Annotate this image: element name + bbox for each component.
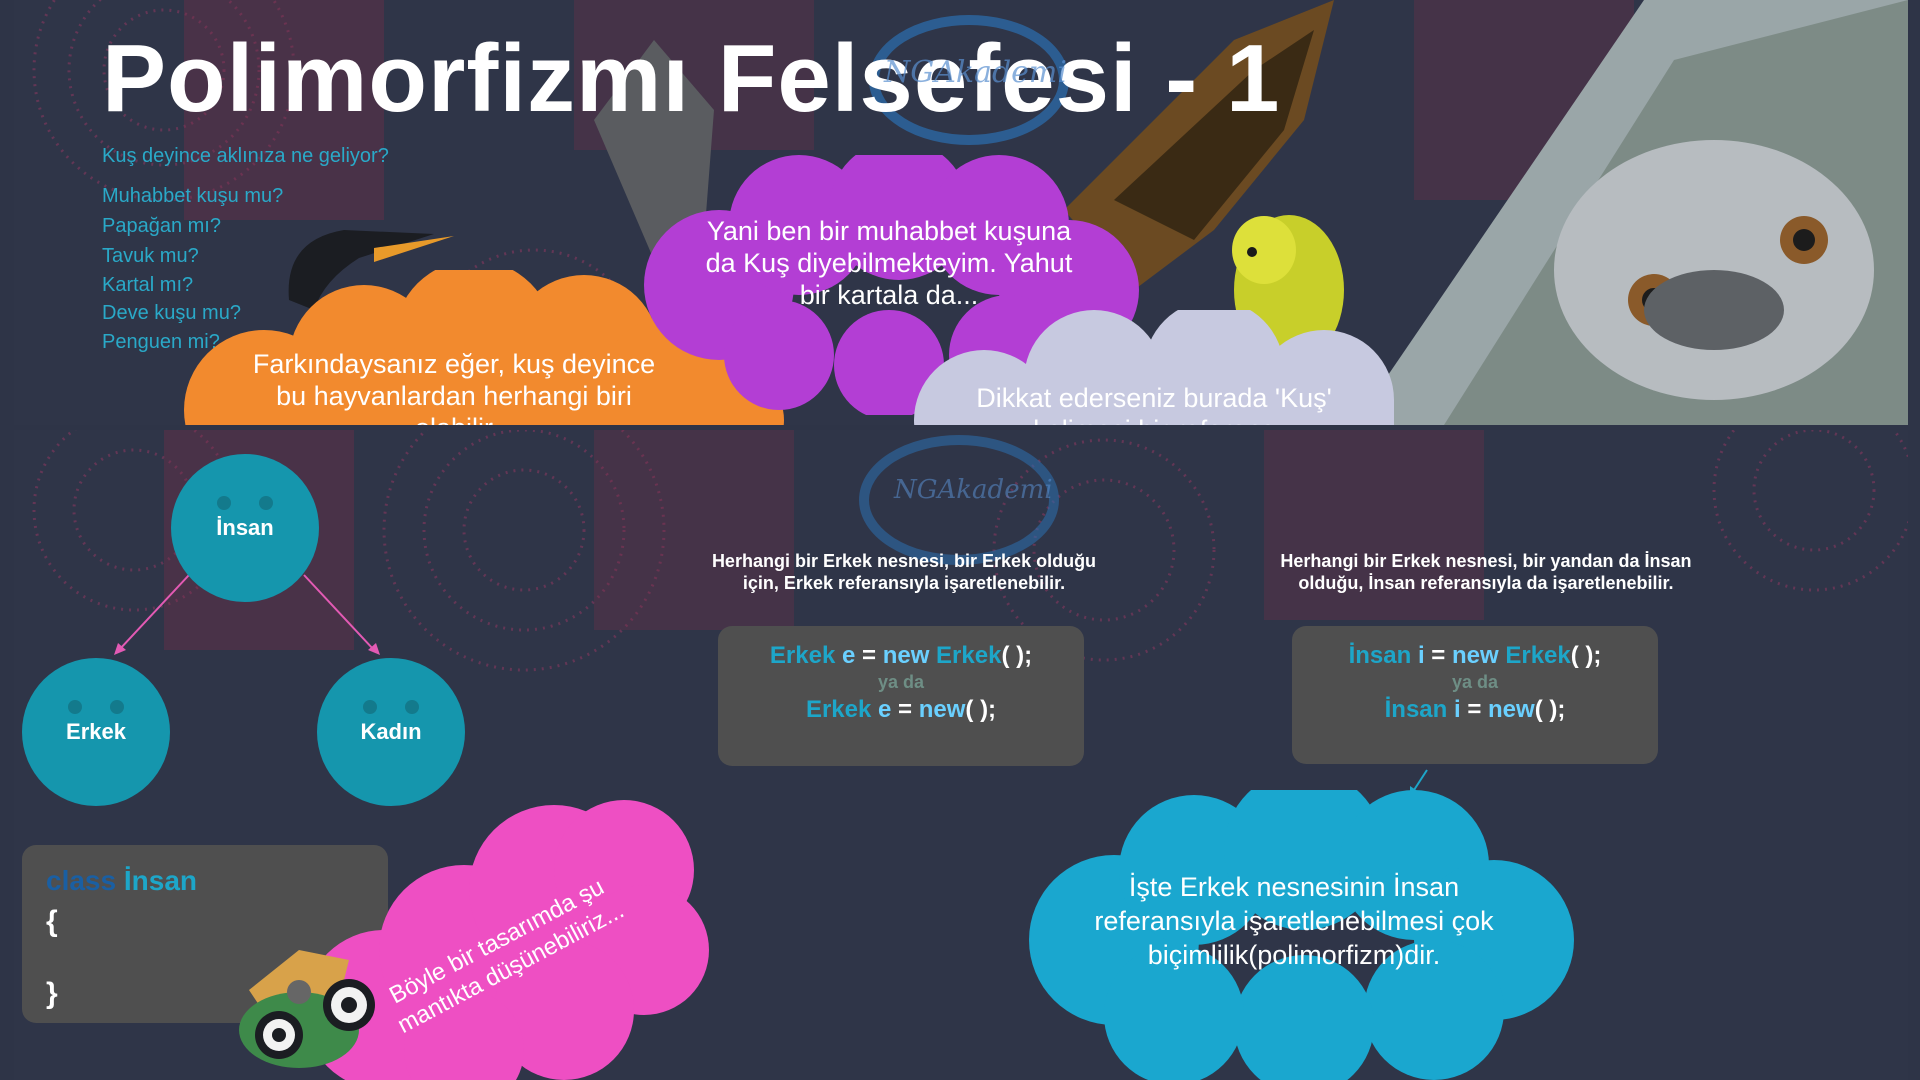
code-eq: = (898, 696, 913, 723)
code-new: new (918, 696, 966, 723)
node-erkek: Erkek (22, 658, 170, 806)
node-insan-label: İnsan (216, 515, 274, 540)
code-type: İnsan (1384, 696, 1448, 723)
code-line-2: Erkek e = new( ); (718, 696, 1084, 724)
class-declaration: class İnsan (46, 865, 197, 897)
node-erkek-label: Erkek (66, 719, 126, 744)
code-var: i (1417, 642, 1425, 669)
slide-top: Polimorfizmı Felsefesi - 1 NGAkademi Kuş… (14, 0, 1908, 425)
code-var: e (841, 642, 856, 669)
orange-cloud-text: Farkındaysanız eğer, kuş deyince bu hayv… (252, 349, 656, 425)
class-keyword: class (46, 865, 117, 896)
node-eyes (68, 700, 124, 714)
node-insan: İnsan (171, 454, 319, 602)
bird-question: Muhabbet kuşu mu? (102, 185, 284, 207)
slide-title: Polimorfizmı Felsefesi - 1 (102, 25, 1281, 132)
code-box-erkek: Erkek e = new Erkek( ); ya da Erkek e = … (718, 626, 1084, 766)
code-type: İnsan (1348, 642, 1412, 669)
purple-cloud-text: Yani ben bir muhabbet kuşuna da Kuş diye… (705, 216, 1073, 310)
code-ctor: Erkek (1505, 642, 1571, 669)
mascot-icon (239, 950, 375, 1068)
bird-question: Tavuk mu? (102, 245, 199, 267)
code-or: ya da (1451, 672, 1499, 692)
open-brace: { (46, 905, 58, 938)
code-box-insan: İnsan i = new Erkek( ); ya da İnsan i = … (1292, 626, 1658, 764)
code-tail: ( ); (1534, 696, 1566, 723)
code-line-2: İnsan i = new( ); (1292, 696, 1658, 724)
caption-erkek-reference: Herhangi bir Erkek nesnesi, bir Erkek ol… (711, 551, 1097, 593)
watermark-logo: NGAkademi (884, 55, 1067, 90)
code-eq: = (862, 642, 877, 669)
code-new: new (1488, 696, 1535, 723)
code-tail: ( ); (1570, 642, 1602, 669)
code-line-1: Erkek e = new Erkek( ); (718, 642, 1084, 670)
close-brace: } (46, 977, 58, 1010)
node-kadin-label: Kadın (360, 719, 422, 744)
code-tail: ( ); (1001, 642, 1033, 669)
question-heading: Kuş deyince aklınıza ne geliyor? (102, 145, 389, 167)
code-ctor: Erkek (936, 642, 1002, 669)
gray-cloud-text: Dikkat ederseniz burada 'Kuş' kelimesi b… (976, 383, 1332, 425)
class-name: İnsan (123, 865, 197, 896)
code-line-1: İnsan i = new Erkek( ); (1292, 642, 1658, 670)
node-eyes (217, 496, 273, 510)
bird-question: Papağan mı? (102, 215, 221, 237)
code-var: i (1453, 696, 1461, 723)
code-var: e (878, 696, 892, 723)
code-eq: = (1467, 696, 1482, 723)
code-type: Erkek (769, 642, 836, 669)
code-tail: ( ); (965, 696, 997, 723)
blue-cloud-text: İşte Erkek nesnesinin İnsan referansıyla… (1094, 872, 1494, 970)
watermark-logo: NGAkademi (894, 475, 1053, 505)
caption-insan-reference: Herhangi bir Erkek nesnesi, bir yandan d… (1280, 551, 1692, 593)
video-frame: Polimorfizmı Felsefesi - 1 NGAkademi Kuş… (0, 0, 1920, 1080)
slide-bottom: NGAkademi İnsan Erkek Kadın class İnsan … (14, 430, 1908, 1080)
code-new: new (882, 642, 930, 669)
code-type: Erkek (805, 696, 872, 723)
node-eyes (363, 700, 419, 714)
code-eq: = (1431, 642, 1446, 669)
code-new: new (1451, 642, 1499, 669)
code-or: ya da (877, 672, 925, 692)
